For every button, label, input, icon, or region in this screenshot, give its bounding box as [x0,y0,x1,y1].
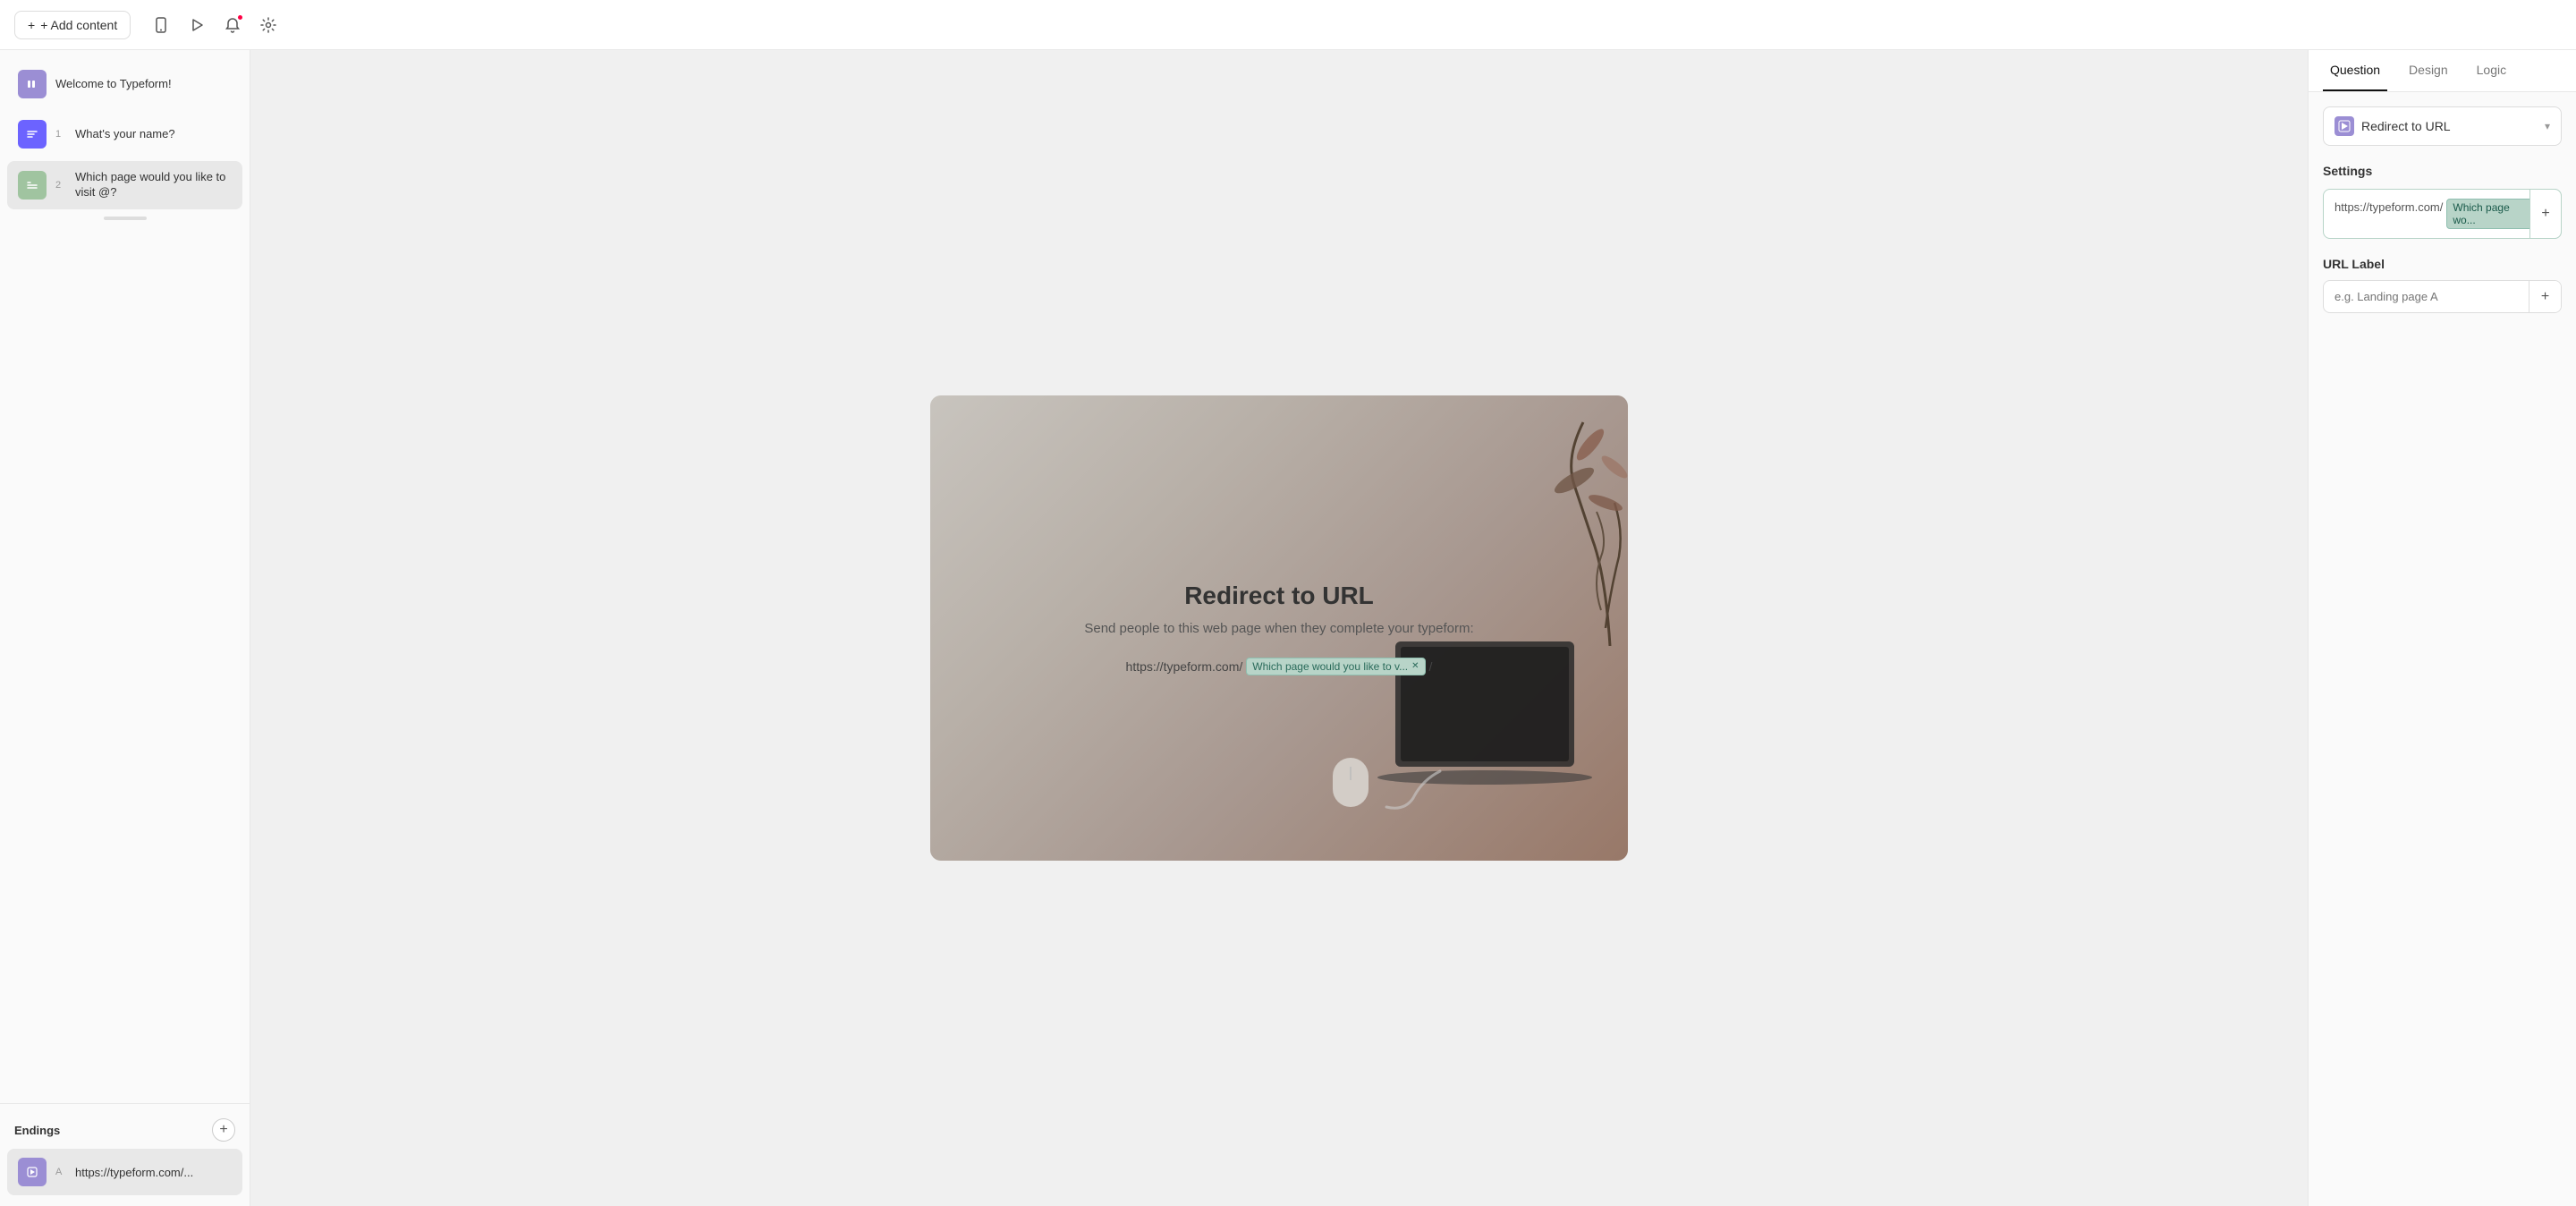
canvas-content: Redirect to URL Send people to this web … [250,50,2308,1206]
chevron-down-icon: ▾ [2545,120,2550,132]
toolbar-icons [145,9,284,41]
redirect-dropdown[interactable]: Redirect to URL ▾ [2323,106,2562,146]
sidebar-endings: Endings + A https://typeform.com/... [0,1103,250,1206]
endings-title: Endings [14,1124,60,1137]
redirect-dropdown-text: Redirect to URL [2361,119,2538,133]
play-icon [189,17,205,33]
preview-url-tag-close[interactable]: ✕ [1411,661,1419,671]
welcome-badge [18,70,47,98]
panel-tabs: Question Design Logic [2309,50,2576,92]
preview-url-slash: / [1429,659,1433,674]
sidebar-item-ending[interactable]: A https://typeform.com/... [7,1149,242,1195]
which-badge [18,171,47,200]
endings-header: Endings + [7,1115,242,1149]
notifications-button[interactable] [216,9,249,41]
url-input-box: https://typeform.com/ Which page wo... ✕… [2323,189,2562,239]
sidebar-item-number-1: 1 [55,129,66,140]
url-tag-text: Which page wo... [2453,201,2526,226]
sidebar-item-number-2: 2 [55,180,66,191]
sidebar-item-name-text: What's your name? [75,127,175,142]
sidebar-item-which-text: Which page would you like to visit @? [75,170,232,200]
sidebar-item-welcome-text: Welcome to Typeform! [55,77,172,92]
sidebar-item-which[interactable]: 2 Which page would you like to visit @? [7,161,242,209]
preview-background: Redirect to URL Send people to this web … [930,395,1628,861]
sidebar-item-name[interactable]: 1 What's your name? [7,111,242,157]
form-preview: Redirect to URL Send people to this web … [930,395,1628,861]
preview-url-tag: Which page would you like to v... ✕ [1246,658,1425,675]
cable-decoration [1377,762,1449,816]
preview-text-area: Redirect to URL Send people to this web … [1066,564,1491,693]
sidebar-item-welcome[interactable]: Welcome to Typeform! [7,61,242,107]
settings-title: Settings [2323,164,2562,178]
add-content-button[interactable]: + + Add content [14,11,131,39]
add-ending-button[interactable]: + [212,1118,235,1142]
sidebar: Welcome to Typeform! 1 What's your name? [0,50,250,1206]
plus-icon: + [28,18,35,32]
preview-subtitle: Send people to this web page when they c… [1084,621,1473,636]
toolbar: + + Add content [0,0,2576,50]
notification-dot [237,14,243,21]
url-label-input-wrap: + [2323,280,2562,313]
preview-url-base: https://typeform.com/ [1126,659,1243,674]
url-input-row: https://typeform.com/ Which page wo... ✕… [2334,199,2550,229]
preview-url-row: https://typeform.com/ Which page would y… [1084,658,1473,675]
url-add-button[interactable]: + [2529,189,2562,239]
url-label-title: URL Label [2323,257,2562,271]
mobile-preview-button[interactable] [145,9,177,41]
ending-letter: A [55,1167,66,1177]
tab-logic[interactable]: Logic [2470,50,2513,91]
preview-url-tag-text: Which page would you like to v... [1252,660,1408,673]
tab-design[interactable]: Design [2402,50,2455,91]
url-label-section: URL Label + [2323,257,2562,313]
gear-icon [260,17,276,33]
canvas-area: Redirect to URL Send people to this web … [250,50,2308,1206]
name-badge [18,120,47,149]
right-panel: Question Design Logic Redirect to URL ▾ … [2308,50,2576,1206]
mobile-icon [153,17,169,33]
settings-button[interactable] [252,9,284,41]
add-content-label: + Add content [40,18,117,32]
url-label-input[interactable] [2324,281,2529,312]
panel-content: Redirect to URL ▾ Settings https://typef… [2309,92,2576,1206]
sidebar-questions: Welcome to Typeform! 1 What's your name? [0,50,250,1103]
sidebar-divider [104,217,147,220]
preview-title: Redirect to URL [1084,582,1473,610]
play-button[interactable] [181,9,213,41]
url-base-text: https://typeform.com/ [2334,200,2443,214]
redirect-icon [2334,116,2354,136]
main-layout: Welcome to Typeform! 1 What's your name? [0,50,2576,1206]
ending-badge [18,1158,47,1186]
tab-question[interactable]: Question [2323,50,2387,91]
url-label-add-button[interactable]: + [2529,281,2561,312]
ending-item-text: https://typeform.com/... [75,1166,193,1179]
